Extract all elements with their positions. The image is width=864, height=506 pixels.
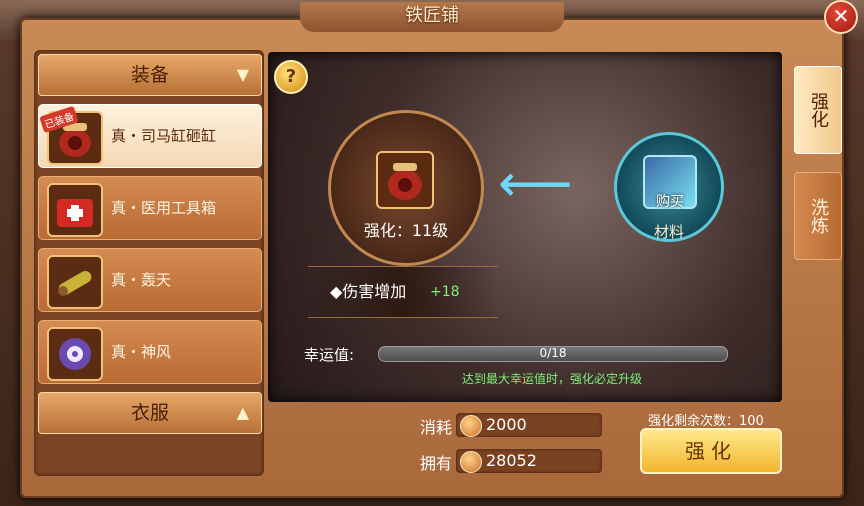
category-equipment[interactable]: 装备 ▼	[38, 54, 262, 96]
enhance-button[interactable]: 强化	[640, 428, 782, 474]
cost-label: 消耗	[420, 418, 453, 437]
window-title: 铁匠铺	[300, 2, 564, 32]
help-icon[interactable]: ?	[274, 60, 308, 94]
chevron-up-icon: ▲	[236, 403, 249, 422]
list-item[interactable]: 真・医用工具箱	[38, 176, 262, 240]
luck-value: 0/18	[539, 346, 567, 360]
buy-label: 购买	[656, 194, 684, 210]
arrow-left-icon: ⟵	[498, 154, 573, 214]
owned-label: 拥有	[420, 454, 453, 473]
item-name: 真・神风	[111, 343, 172, 361]
tab-refine[interactable]: 洗炼	[794, 172, 842, 260]
category-clothing-label: 衣服	[130, 402, 169, 424]
target-level: 强化：11级	[363, 221, 449, 240]
luck-progress-bar: 0/18	[378, 346, 728, 362]
luck-label: 幸运值:	[304, 346, 355, 364]
chevron-down-icon: ▼	[236, 65, 249, 84]
close-icon[interactable]: ✕	[824, 0, 858, 34]
category-equipment-label: 装备	[130, 64, 169, 86]
cost-value: 2000	[486, 415, 527, 434]
owned-box: 28052	[456, 449, 602, 473]
bag-icon	[376, 151, 434, 209]
shuriken-icon	[47, 327, 103, 381]
list-item[interactable]: 已装备 真・司马缸砸缸	[38, 104, 262, 168]
material-label: 材料	[653, 223, 684, 241]
item-name: 真・轰天	[111, 271, 172, 289]
owned-value: 28052	[486, 451, 537, 470]
coin-icon	[460, 451, 482, 473]
list-item[interactable]: 真・轰天	[38, 248, 262, 312]
item-name: 真・医用工具箱	[111, 199, 217, 217]
stat-name: ◆伤害增加	[330, 282, 407, 301]
luck-hint: 达到最大幸运值时，强化必定升级	[461, 372, 642, 386]
item-name: 真・司马缸砸缸	[111, 127, 217, 145]
enhance-panel: ? 强化：11级 ⟵ 购买 材料 ◆伤害增加 +18 幸运值: 0/18 达到最…	[268, 52, 782, 402]
stat-value: +18	[430, 284, 460, 300]
list-item[interactable]: 真・神风	[38, 320, 262, 384]
medkit-icon	[47, 183, 103, 237]
cost-box: 2000	[456, 413, 602, 437]
stat-row: ◆伤害增加 +18	[308, 266, 498, 318]
coin-icon	[460, 415, 482, 437]
cannon-icon	[47, 255, 103, 309]
category-clothing[interactable]: 衣服 ▲	[38, 392, 262, 434]
remaining-count: 强化剩余次数：100	[648, 414, 764, 429]
target-slot: 强化：11级	[328, 110, 484, 266]
equipment-list-panel: 装备 ▼ 已装备 真・司马缸砸缸 真・医用工具箱 真・轰天 真・神风 衣服 ▲	[34, 50, 264, 476]
material-slot[interactable]: 购买 材料	[614, 132, 724, 242]
tab-enhance[interactable]: 强化	[794, 66, 842, 154]
